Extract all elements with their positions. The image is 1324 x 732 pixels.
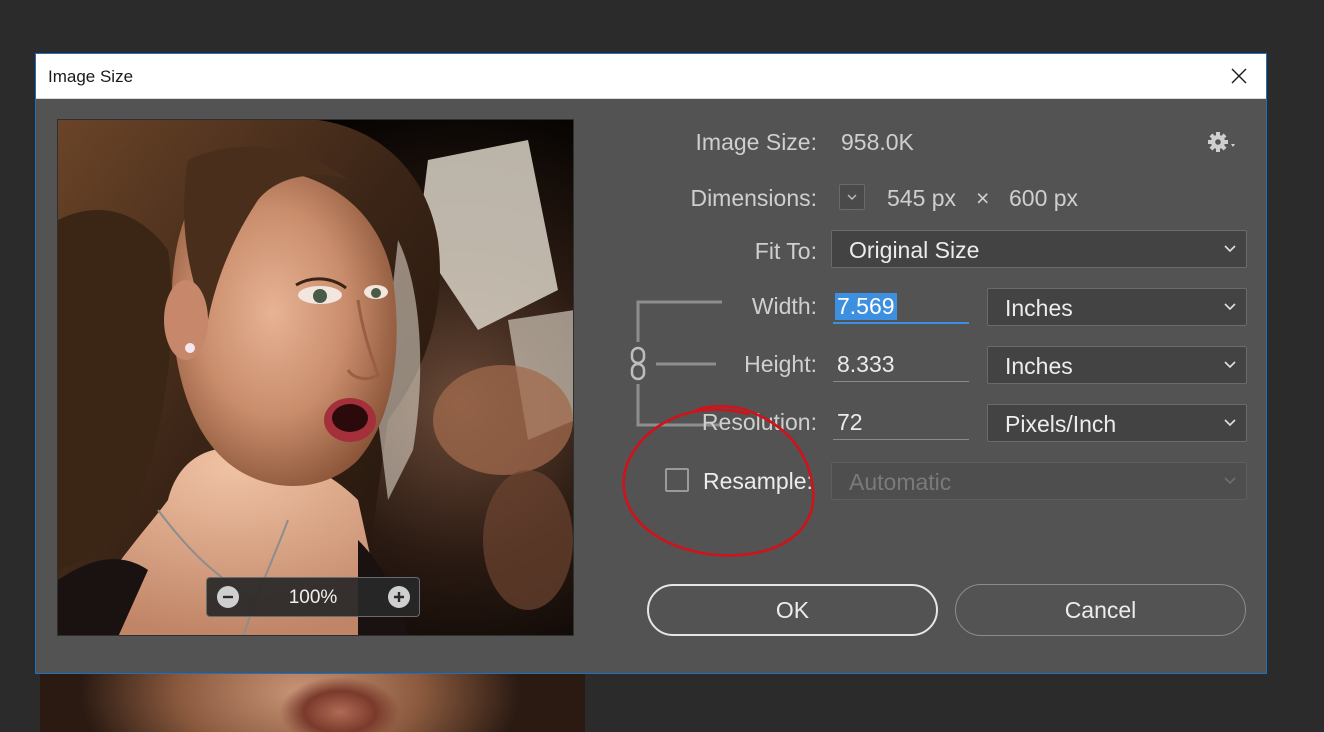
height-input[interactable]: 8.333 (833, 346, 969, 382)
width-unit-select[interactable]: Inches (987, 288, 1247, 326)
width-label: Width: (751, 293, 817, 319)
resolution-label: Resolution: (701, 409, 817, 435)
resample-method-select: Automatic (831, 462, 1247, 500)
fit-to-label: Fit To: (754, 238, 817, 264)
image-size-value: 958.0K (841, 129, 914, 155)
dimensions-unit-dropdown[interactable] (839, 184, 865, 210)
height-unit-select[interactable]: Inches (987, 346, 1247, 384)
close-button[interactable] (1222, 60, 1256, 92)
zoom-in-button[interactable] (388, 586, 410, 608)
preview-photo (58, 120, 573, 635)
width-value: 7.569 (835, 293, 897, 320)
resample-checkbox[interactable] (665, 468, 689, 492)
width-input[interactable]: 7.569 (833, 288, 969, 324)
image-preview[interactable]: 100% (57, 119, 574, 636)
link-icon (630, 346, 646, 381)
width-unit-value: Inches (1005, 295, 1073, 321)
ok-button[interactable]: OK (647, 584, 938, 636)
resample-method-value: Automatic (849, 469, 952, 495)
height-value: 8.333 (837, 351, 895, 377)
resolution-unit-select[interactable]: Pixels/Inch (987, 404, 1247, 442)
height-label: Height: (744, 351, 817, 377)
image-size-label: Image Size: (695, 129, 817, 155)
cancel-button[interactable]: Cancel (955, 584, 1246, 636)
image-size-dialog: Image Size 100% Image Size: 958.0K Dimen… (35, 53, 1267, 674)
resolution-input[interactable]: 72 (833, 404, 969, 440)
height-unit-value: Inches (1005, 353, 1073, 379)
dimensions-label: Dimensions: (690, 185, 817, 211)
chevron-down-icon (1224, 361, 1236, 369)
chevron-down-icon (1224, 303, 1236, 311)
dialog-titlebar: Image Size (36, 54, 1266, 99)
resample-label: Resample: (703, 468, 813, 494)
chevron-down-icon (1224, 477, 1236, 485)
dimensions-height: 600 px (1009, 185, 1079, 211)
fit-to-select[interactable]: Original Size (831, 230, 1247, 268)
gear-icon (1208, 132, 1235, 152)
zoom-control: 100% (206, 577, 420, 617)
fit-to-value: Original Size (849, 237, 980, 263)
dimensions-width: 545 px (887, 185, 957, 211)
chevron-down-icon (1224, 245, 1236, 253)
zoom-in-icon (394, 592, 404, 602)
settings-button[interactable] (1207, 129, 1247, 157)
resolution-unit-value: Pixels/Inch (1005, 411, 1117, 437)
dimensions-times: × (976, 185, 990, 211)
background-photo (40, 672, 585, 732)
close-icon (1231, 68, 1247, 84)
resolution-value: 72 (837, 409, 863, 435)
chevron-down-icon (847, 194, 857, 200)
dialog-title: Image Size (48, 67, 134, 86)
chevron-down-icon (1224, 419, 1236, 427)
